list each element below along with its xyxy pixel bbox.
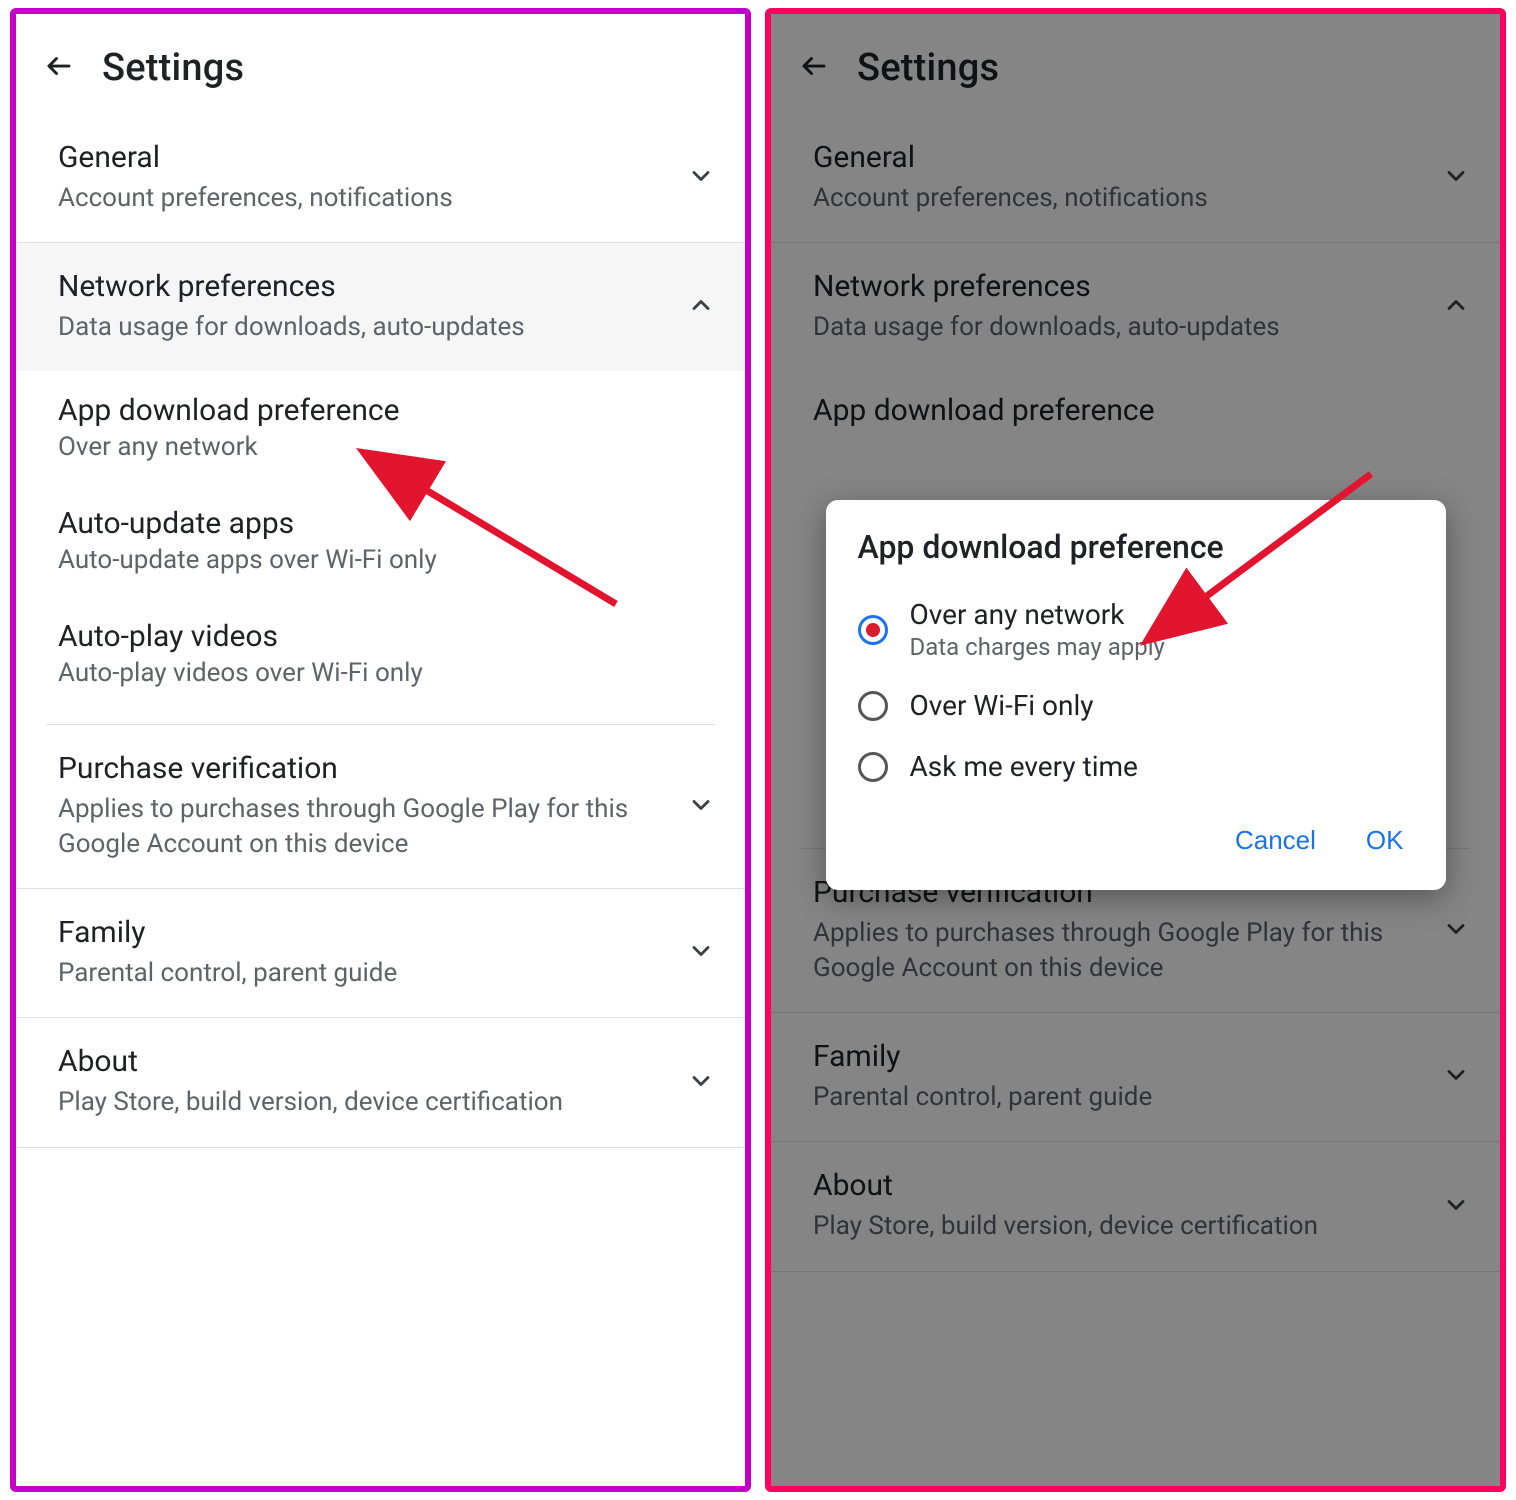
option-label: Over any network [910,598,1165,631]
subitem-label: App download preference [58,393,715,428]
section-label: Network preferences [58,269,667,304]
chevron-up-icon [687,291,715,323]
dialog-title: App download preference [826,528,1446,584]
radio-icon [858,615,888,645]
dialog-actions: Cancel OK [826,797,1446,872]
radio-option-ask-every-time[interactable]: Ask me every time [826,736,1446,797]
section-general[interactable]: General Account preferences, notificatio… [16,114,745,243]
settings-screen-right: Settings General Account preferences, no… [771,14,1500,1486]
radio-option-any-network[interactable]: Over any network Data charges may apply [826,584,1446,675]
chevron-down-icon [687,1067,715,1099]
section-label: General [58,140,667,175]
section-sub: Data usage for downloads, auto-updates [58,310,667,345]
chevron-down-icon [687,162,715,194]
radio-option-wifi-only[interactable]: Over Wi-Fi only [826,675,1446,736]
panel-left: Settings General Account preferences, no… [10,8,751,1492]
panel-right: Settings General Account preferences, no… [765,8,1506,1492]
section-about[interactable]: About Play Store, build version, device … [16,1018,745,1147]
radio-icon [858,752,888,782]
option-label: Over Wi-Fi only [910,689,1094,722]
chevron-down-icon [687,937,715,969]
dialog-app-download-preference: App download preference Over any network… [826,500,1446,890]
subitem-label: Auto-update apps [58,506,715,541]
page-title: Settings [102,46,244,90]
section-label: Purchase verification [58,751,667,786]
subitem-sub: Auto-update apps over Wi-Fi only [58,545,715,575]
section-family[interactable]: Family Parental control, parent guide [16,889,745,1018]
subitem-sub: Over any network [58,432,715,462]
chevron-down-icon [687,791,715,823]
option-sub: Data charges may apply [910,633,1165,661]
option-label: Ask me every time [910,750,1138,783]
cancel-button[interactable]: Cancel [1229,815,1322,866]
subitem-auto-update[interactable]: Auto-update apps Auto-update apps over W… [16,484,745,597]
subitem-app-download[interactable]: App download preference Over any network [16,371,745,484]
section-sub: Play Store, build version, device certif… [58,1085,667,1120]
section-sub: Parental control, parent guide [58,956,667,991]
section-label: Family [58,915,667,950]
section-network[interactable]: Network preferences Data usage for downl… [16,243,745,371]
header: Settings [16,14,745,114]
settings-screen-left: Settings General Account preferences, no… [16,14,745,1486]
subitem-auto-play[interactable]: Auto-play videos Auto-play videos over W… [16,597,745,710]
section-label: About [58,1044,667,1079]
radio-icon [858,691,888,721]
ok-button[interactable]: OK [1360,815,1410,866]
section-sub: Applies to purchases through Google Play… [58,792,667,862]
back-icon[interactable] [44,51,74,85]
settings-list: General Account preferences, notificatio… [16,114,745,1148]
subitem-label: Auto-play videos [58,619,715,654]
section-purchase[interactable]: Purchase verification Applies to purchas… [16,725,745,889]
subitem-sub: Auto-play videos over Wi-Fi only [58,658,715,688]
section-sub: Account preferences, notifications [58,181,667,216]
